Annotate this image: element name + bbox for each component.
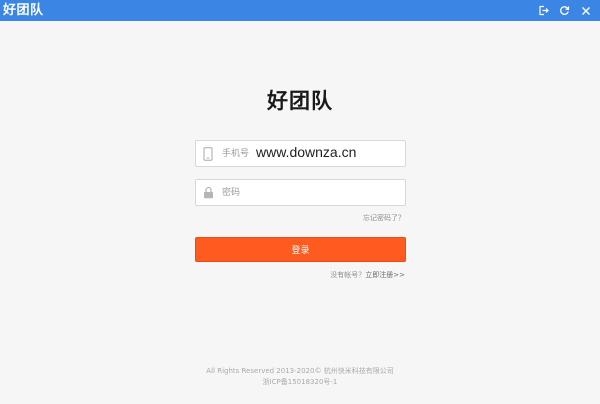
password-field[interactable] bbox=[195, 179, 406, 206]
lock-icon bbox=[202, 185, 214, 200]
watermark-text: www.downza.cn bbox=[256, 144, 357, 160]
refresh-button[interactable] bbox=[554, 2, 575, 19]
close-button[interactable] bbox=[575, 2, 596, 19]
logout-icon bbox=[538, 5, 549, 16]
brand-title: 好团队 bbox=[267, 89, 333, 113]
phone-icon bbox=[202, 146, 214, 161]
password-input[interactable] bbox=[222, 183, 402, 202]
refresh-icon bbox=[559, 5, 570, 16]
register-prompt: 没有帐号？立即注册>> bbox=[330, 270, 405, 280]
forgot-password-link[interactable]: 忘记密码了？ bbox=[363, 213, 405, 223]
close-icon bbox=[581, 6, 591, 16]
login-button[interactable]: 登录 bbox=[195, 237, 406, 262]
title-bar: 好团队 bbox=[0, 0, 600, 21]
footer: All Rights Reserved 2013-2020© 杭州快米科技有限公… bbox=[0, 366, 600, 388]
icp-text: 浙ICP备15018320号-1 bbox=[262, 378, 338, 386]
window-controls bbox=[533, 2, 596, 19]
register-prompt-text: 没有帐号？ bbox=[330, 271, 366, 279]
copyright-text: All Rights Reserved 2013-2020© 杭州快米科技有限公… bbox=[206, 367, 394, 375]
logout-button[interactable] bbox=[533, 2, 554, 19]
app-title: 好团队 bbox=[3, 3, 44, 18]
register-link[interactable]: 立即注册>> bbox=[365, 271, 405, 279]
